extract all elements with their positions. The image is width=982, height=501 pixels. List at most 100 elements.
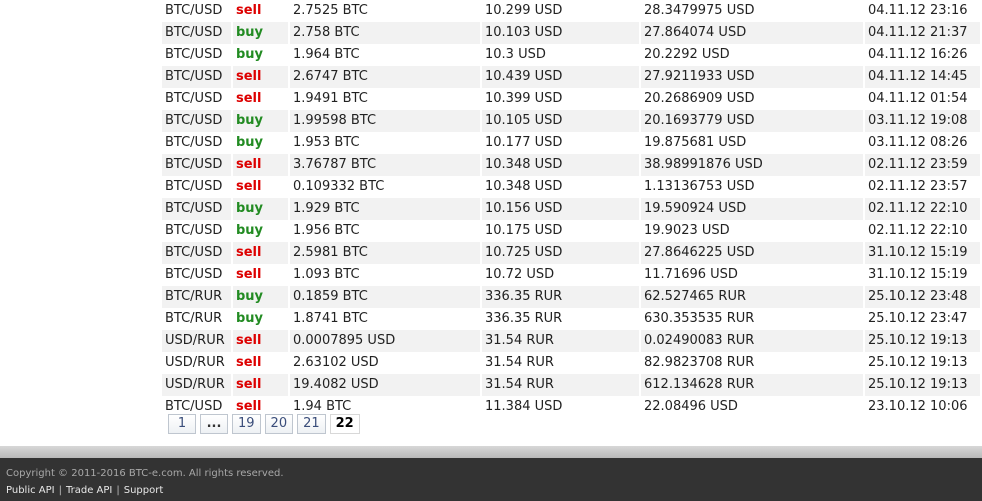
date-cell: 25.10.12 19:13: [865, 330, 980, 352]
amount-cell: 1.093 BTC: [290, 264, 480, 286]
date-cell: 25.10.12 23:48: [865, 286, 980, 308]
pair-cell: BTC/USD: [162, 264, 231, 286]
page-button-20[interactable]: 20: [264, 414, 294, 434]
total-cell: 20.1693779 USD: [641, 110, 863, 132]
total-cell: 20.2686909 USD: [641, 88, 863, 110]
amount-cell: 0.109332 BTC: [290, 176, 480, 198]
table-row: BTC/USD sell 2.5981 BTC 10.725 USD 27.864622…: [162, 242, 980, 264]
price-cell: 10.105 USD: [482, 110, 639, 132]
footer-links: Public API | Trade API | Support: [6, 485, 163, 496]
price-cell: 10.72 USD: [482, 264, 639, 286]
price-cell: 31.54 RUR: [482, 374, 639, 396]
page-button-19[interactable]: 19: [232, 414, 261, 434]
pair-cell: USD/RUR: [162, 352, 231, 374]
type-cell: buy: [233, 198, 288, 220]
date-cell: 31.10.12 15:19: [865, 242, 980, 264]
price-cell: 10.725 USD: [482, 242, 639, 264]
pair-cell: BTC/RUR: [162, 308, 231, 330]
page-ellipsis[interactable]: ...: [200, 414, 228, 434]
price-cell: 336.35 RUR: [482, 286, 639, 308]
trade-rows: BTC/USD sell 2.7525 BTC 10.299 USD 28.347997…: [162, 0, 980, 418]
type-cell: buy: [233, 308, 288, 330]
price-cell: 10.348 USD: [482, 154, 639, 176]
type-cell: sell: [233, 88, 288, 110]
amount-cell: 2.63102 USD: [290, 352, 480, 374]
price-cell: 10.348 USD: [482, 176, 639, 198]
table-row: BTC/USD sell 0.109332 BTC 10.348 USD 1.13136…: [162, 176, 980, 198]
total-cell: 22.08496 USD: [641, 396, 863, 418]
price-cell: 10.299 USD: [482, 0, 639, 22]
type-cell: sell: [233, 0, 288, 22]
table-row: BTC/USD buy 1.99598 BTC 10.105 USD 20.169377…: [162, 110, 980, 132]
type-cell: sell: [233, 176, 288, 198]
table-row: BTC/USD sell 1.9491 BTC 10.399 USD 20.268690…: [162, 88, 980, 110]
amount-cell: 0.1859 BTC: [290, 286, 480, 308]
page-button-21[interactable]: 21: [297, 414, 326, 434]
price-cell: 10.177 USD: [482, 132, 639, 154]
date-cell: 25.10.12 23:47: [865, 308, 980, 330]
date-cell: 04.11.12 23:16: [865, 0, 980, 22]
table-row: USD/RUR sell 2.63102 USD 31.54 RUR 82.982370…: [162, 352, 980, 374]
price-cell: 10.175 USD: [482, 220, 639, 242]
total-cell: 19.590924 USD: [641, 198, 863, 220]
price-cell: 10.103 USD: [482, 22, 639, 44]
public-api-link[interactable]: Public API: [6, 485, 55, 496]
footer-separator: |: [116, 485, 120, 496]
pair-cell: BTC/RUR: [162, 286, 231, 308]
total-cell: 0.02490083 RUR: [641, 330, 863, 352]
amount-cell: 1.956 BTC: [290, 220, 480, 242]
footer-divider: [0, 446, 982, 458]
price-cell: 31.54 RUR: [482, 352, 639, 374]
price-cell: 336.35 RUR: [482, 308, 639, 330]
type-cell: buy: [233, 286, 288, 308]
type-cell: buy: [233, 220, 288, 242]
pair-cell: BTC/USD: [162, 176, 231, 198]
total-cell: 1.13136753 USD: [641, 176, 863, 198]
total-cell: 19.9023 USD: [641, 220, 863, 242]
table-row: USD/RUR sell 0.0007895 USD 31.54 RUR 0.02490…: [162, 330, 980, 352]
pair-cell: BTC/USD: [162, 132, 231, 154]
total-cell: 62.527465 RUR: [641, 286, 863, 308]
pair-cell: BTC/USD: [162, 198, 231, 220]
trade-history-table: BTC/USD sell 2.7525 BTC 10.299 USD 28.347997…: [160, 0, 982, 418]
pair-cell: BTC/USD: [162, 242, 231, 264]
date-cell: 03.11.12 08:26: [865, 132, 980, 154]
date-cell: 03.11.12 19:08: [865, 110, 980, 132]
total-cell: 20.2292 USD: [641, 44, 863, 66]
price-cell: 10.439 USD: [482, 66, 639, 88]
amount-cell: 1.964 BTC: [290, 44, 480, 66]
table-row: BTC/USD buy 1.956 BTC 10.175 USD 19.9023 USD…: [162, 220, 980, 242]
table-row: BTC/USD buy 1.964 BTC 10.3 USD 20.2292 USD 04…: [162, 44, 980, 66]
amount-cell: 1.9491 BTC: [290, 88, 480, 110]
amount-cell: 1.99598 BTC: [290, 110, 480, 132]
total-cell: 612.134628 RUR: [641, 374, 863, 396]
type-cell: sell: [233, 66, 288, 88]
type-cell: buy: [233, 22, 288, 44]
table-row: BTC/USD sell 1.093 BTC 10.72 USD 11.71696 US…: [162, 264, 980, 286]
pagination: 1... 19 20 21 22: [168, 414, 360, 434]
date-cell: 02.11.12 23:59: [865, 154, 980, 176]
pair-cell: BTC/USD: [162, 220, 231, 242]
table-row: BTC/USD sell 3.76787 BTC 10.348 USD 38.98991…: [162, 154, 980, 176]
date-cell: 31.10.12 15:19: [865, 264, 980, 286]
total-cell: 28.3479975 USD: [641, 0, 863, 22]
trade-history: BTC/USD sell 2.7525 BTC 10.299 USD 28.347997…: [162, 0, 982, 418]
amount-cell: 2.7525 BTC: [290, 0, 480, 22]
copyright-text: Copyright © 2011-2016 BTC-e.com. All rig…: [6, 468, 284, 479]
type-cell: sell: [233, 352, 288, 374]
table-row: BTC/USD buy 2.758 BTC 10.103 USD 27.864074 U…: [162, 22, 980, 44]
pair-cell: BTC/USD: [162, 110, 231, 132]
type-cell: sell: [233, 154, 288, 176]
trade-api-link[interactable]: Trade API: [66, 485, 112, 496]
table-row: BTC/USD buy 1.953 BTC 10.177 USD 19.875681 U…: [162, 132, 980, 154]
total-cell: 19.875681 USD: [641, 132, 863, 154]
pair-cell: BTC/USD: [162, 44, 231, 66]
total-cell: 27.9211933 USD: [641, 66, 863, 88]
type-cell: sell: [233, 330, 288, 352]
price-cell: 10.399 USD: [482, 88, 639, 110]
date-cell: 02.11.12 23:57: [865, 176, 980, 198]
table-row: USD/RUR sell 19.4082 USD 31.54 RUR 612.13462…: [162, 374, 980, 396]
page-button-1[interactable]: 1: [168, 414, 196, 434]
amount-cell: 0.0007895 USD: [290, 330, 480, 352]
support-link[interactable]: Support: [124, 485, 164, 496]
